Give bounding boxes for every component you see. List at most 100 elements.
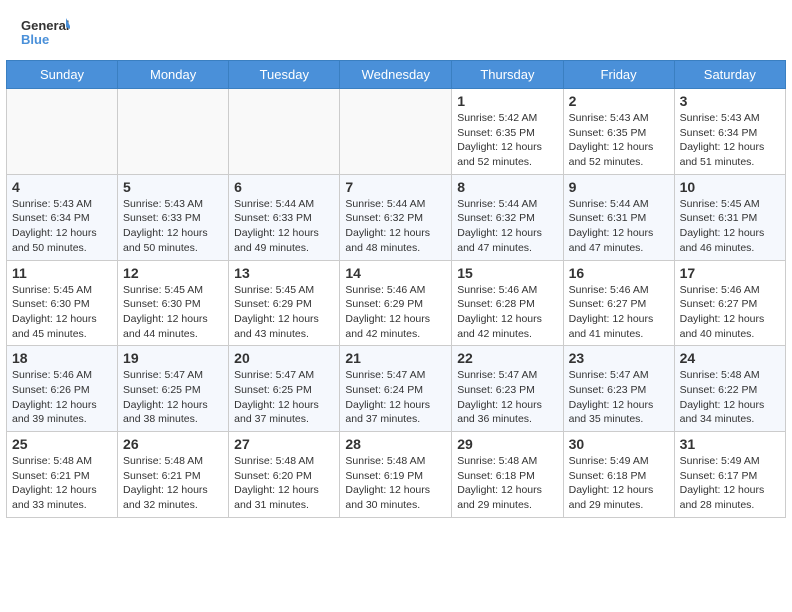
calendar-cell: 17 Sunrise: 5:46 AMSunset: 6:27 PMDayligh…: [674, 260, 785, 346]
calendar-cell: 7Sunrise: 5:44 AMSunset: 6:32 PMDaylight…: [340, 174, 452, 260]
calendar-cell: 8 Sunrise: 5:44 AMSunset: 6:32 PMDaylight…: [452, 174, 563, 260]
day-number: 21: [345, 350, 446, 366]
day-info: Sunrise: 5:46 AMSunset: 6:29 PMDaylight:…: [345, 283, 446, 342]
week-row-4: 25 Sunrise: 5:48 AMSunset: 6:21 PMDayligh…: [7, 432, 786, 518]
calendar-cell: 5 Sunrise: 5:43 AMSunset: 6:33 PMDaylight…: [118, 174, 229, 260]
week-row-2: 11 Sunrise: 5:45 AMSunset: 6:30 PMDayligh…: [7, 260, 786, 346]
calendar-table: SundayMondayTuesdayWednesdayThursdayFrid…: [6, 60, 786, 518]
day-number: 2: [569, 93, 669, 109]
day-number: 24: [680, 350, 780, 366]
day-number: 27: [234, 436, 334, 452]
day-info: Sunrise: 5:48 AMSunset: 6:19 PMDaylight:…: [345, 454, 446, 513]
calendar-cell: 27 Sunrise: 5:48 AMSunset: 6:20 PMDayligh…: [229, 432, 340, 518]
day-number: 20: [234, 350, 334, 366]
day-number: 22: [457, 350, 557, 366]
day-number: 25: [12, 436, 112, 452]
day-info: Sunrise: 5:49 AMSunset: 6:17 PMDaylight:…: [680, 454, 780, 513]
day-number: 26: [123, 436, 223, 452]
day-number: 11: [12, 265, 112, 281]
day-info: Sunrise: 5:47 AMSunset: 6:25 PMDaylight:…: [234, 368, 334, 427]
calendar-cell: [118, 89, 229, 175]
calendar-cell: 26 Sunrise: 5:48 AMSunset: 6:21 PMDayligh…: [118, 432, 229, 518]
svg-text:Blue: Blue: [21, 32, 49, 47]
day-number: 8: [457, 179, 557, 195]
calendar-cell: 1 Sunrise: 5:42 AMSunset: 6:35 PMDaylight…: [452, 89, 563, 175]
day-number: 6: [234, 179, 334, 195]
day-info: Sunrise: 5:46 AMSunset: 6:27 PMDaylight:…: [569, 283, 669, 342]
logo-svg: General Blue: [20, 16, 70, 52]
day-number: 12: [123, 265, 223, 281]
day-info: Sunrise: 5:44 AMSunset: 6:32 PMDaylight:…: [457, 197, 557, 256]
logo: General Blue: [20, 16, 70, 52]
week-row-3: 18Sunrise: 5:46 AMSunset: 6:26 PMDayligh…: [7, 346, 786, 432]
day-info: Sunrise: 5:47 AMSunset: 6:24 PMDaylight:…: [345, 368, 446, 427]
day-info: Sunrise: 5:47 AMSunset: 6:23 PMDaylight:…: [457, 368, 557, 427]
day-number: 31: [680, 436, 780, 452]
day-info: Sunrise: 5:44 AMSunset: 6:31 PMDaylight:…: [569, 197, 669, 256]
calendar-cell: 31 Sunrise: 5:49 AMSunset: 6:17 PMDayligh…: [674, 432, 785, 518]
day-header-monday: Monday: [118, 61, 229, 89]
day-info: Sunrise: 5:48 AMSunset: 6:21 PMDaylight:…: [123, 454, 223, 513]
calendar-cell: 4 Sunrise: 5:43 AMSunset: 6:34 PMDaylight…: [7, 174, 118, 260]
day-info: Sunrise: 5:43 AMSunset: 6:34 PMDaylight:…: [12, 197, 112, 256]
svg-text:General: General: [21, 18, 69, 33]
day-info: Sunrise: 5:48 AMSunset: 6:22 PMDaylight:…: [680, 368, 780, 427]
calendar-cell: 29Sunrise: 5:48 AMSunset: 6:18 PMDayligh…: [452, 432, 563, 518]
day-info: Sunrise: 5:47 AMSunset: 6:23 PMDaylight:…: [569, 368, 669, 427]
day-info: Sunrise: 5:48 AMSunset: 6:21 PMDaylight:…: [12, 454, 112, 513]
day-info: Sunrise: 5:43 AMSunset: 6:33 PMDaylight:…: [123, 197, 223, 256]
day-info: Sunrise: 5:43 AMSunset: 6:35 PMDaylight:…: [569, 111, 669, 170]
day-info: Sunrise: 5:43 AMSunset: 6:34 PMDaylight:…: [680, 111, 780, 170]
day-header-tuesday: Tuesday: [229, 61, 340, 89]
calendar-cell: [340, 89, 452, 175]
day-header-thursday: Thursday: [452, 61, 563, 89]
week-row-1: 4 Sunrise: 5:43 AMSunset: 6:34 PMDaylight…: [7, 174, 786, 260]
day-header-friday: Friday: [563, 61, 674, 89]
day-number: 18: [12, 350, 112, 366]
day-number: 5: [123, 179, 223, 195]
calendar-cell: 16 Sunrise: 5:46 AMSunset: 6:27 PMDayligh…: [563, 260, 674, 346]
day-number: 9: [569, 179, 669, 195]
calendar-cell: [229, 89, 340, 175]
calendar-cell: 24 Sunrise: 5:48 AMSunset: 6:22 PMDayligh…: [674, 346, 785, 432]
day-info: Sunrise: 5:49 AMSunset: 6:18 PMDaylight:…: [569, 454, 669, 513]
day-info: Sunrise: 5:48 AMSunset: 6:20 PMDaylight:…: [234, 454, 334, 513]
day-number: 30: [569, 436, 669, 452]
calendar-cell: 15Sunrise: 5:46 AMSunset: 6:28 PMDayligh…: [452, 260, 563, 346]
calendar-cell: 14 Sunrise: 5:46 AMSunset: 6:29 PMDayligh…: [340, 260, 452, 346]
calendar-cell: 30 Sunrise: 5:49 AMSunset: 6:18 PMDayligh…: [563, 432, 674, 518]
calendar-cell: 28Sunrise: 5:48 AMSunset: 6:19 PMDayligh…: [340, 432, 452, 518]
day-number: 17: [680, 265, 780, 281]
day-number: 3: [680, 93, 780, 109]
day-number: 1: [457, 93, 557, 109]
calendar-cell: 21 Sunrise: 5:47 AMSunset: 6:24 PMDayligh…: [340, 346, 452, 432]
day-number: 14: [345, 265, 446, 281]
day-info: Sunrise: 5:46 AMSunset: 6:27 PMDaylight:…: [680, 283, 780, 342]
calendar-cell: 10Sunrise: 5:45 AMSunset: 6:31 PMDayligh…: [674, 174, 785, 260]
day-header-wednesday: Wednesday: [340, 61, 452, 89]
calendar-cell: 20 Sunrise: 5:47 AMSunset: 6:25 PMDayligh…: [229, 346, 340, 432]
calendar-cell: 12Sunrise: 5:45 AMSunset: 6:30 PMDayligh…: [118, 260, 229, 346]
day-header-sunday: Sunday: [7, 61, 118, 89]
day-number: 4: [12, 179, 112, 195]
day-number: 10: [680, 179, 780, 195]
day-number: 16: [569, 265, 669, 281]
day-info: Sunrise: 5:44 AMSunset: 6:32 PMDaylight:…: [345, 197, 446, 256]
calendar-cell: 9 Sunrise: 5:44 AMSunset: 6:31 PMDaylight…: [563, 174, 674, 260]
day-info: Sunrise: 5:42 AMSunset: 6:35 PMDaylight:…: [457, 111, 557, 170]
calendar-cell: 2 Sunrise: 5:43 AMSunset: 6:35 PMDaylight…: [563, 89, 674, 175]
day-info: Sunrise: 5:47 AMSunset: 6:25 PMDaylight:…: [123, 368, 223, 427]
calendar-cell: [7, 89, 118, 175]
calendar-cell: 22 Sunrise: 5:47 AMSunset: 6:23 PMDayligh…: [452, 346, 563, 432]
day-info: Sunrise: 5:45 AMSunset: 6:30 PMDaylight:…: [12, 283, 112, 342]
calendar-wrap: SundayMondayTuesdayWednesdayThursdayFrid…: [0, 60, 792, 524]
day-info: Sunrise: 5:48 AMSunset: 6:18 PMDaylight:…: [457, 454, 557, 513]
calendar-cell: 13Sunrise: 5:45 AMSunset: 6:29 PMDayligh…: [229, 260, 340, 346]
day-number: 13: [234, 265, 334, 281]
calendar-cell: 18Sunrise: 5:46 AMSunset: 6:26 PMDayligh…: [7, 346, 118, 432]
calendar-cell: 6 Sunrise: 5:44 AMSunset: 6:33 PMDaylight…: [229, 174, 340, 260]
calendar-header-row: SundayMondayTuesdayWednesdayThursdayFrid…: [7, 61, 786, 89]
day-info: Sunrise: 5:44 AMSunset: 6:33 PMDaylight:…: [234, 197, 334, 256]
day-number: 23: [569, 350, 669, 366]
day-number: 15: [457, 265, 557, 281]
